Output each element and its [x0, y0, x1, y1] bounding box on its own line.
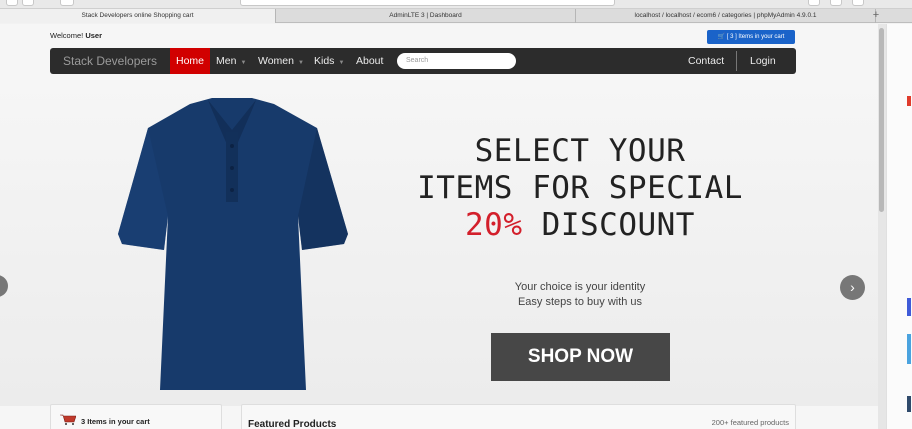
subtitle-line-2: Easy steps to buy with us: [517, 295, 643, 308]
featured-title: Featured Products: [248, 419, 337, 429]
page-scrollbar[interactable]: [878, 24, 886, 429]
back-button[interactable]: [6, 0, 18, 6]
forward-button[interactable]: [22, 0, 34, 6]
cart-icon: 🛒: [717, 34, 726, 40]
subtitle-line-1: Your choice is your identity: [514, 281, 646, 293]
side-marker-red: [907, 96, 911, 106]
welcome-label: Welcome!: [50, 31, 84, 40]
nav-item-women[interactable]: Women ▼: [258, 48, 304, 74]
browser-tab-phpmyadmin[interactable]: localhost / localhost / ecom6 / categori…: [576, 9, 876, 23]
nav-item-login[interactable]: Login: [750, 48, 776, 74]
headline-line-3: 20% DISCOUNT: [400, 207, 760, 244]
side-panel-strip: [886, 24, 912, 429]
hero-carousel: SELECT YOUR ITEMS FOR SPECIAL 20% DISCOU…: [0, 76, 878, 406]
side-marker-blue: [907, 298, 911, 316]
caret-down-icon: ▼: [298, 60, 304, 66]
sidebar-cart-text: 3 Items in your cart: [81, 417, 150, 426]
headline-line-2: ITEMS FOR SPECIAL: [417, 170, 743, 206]
nav-label: Home: [176, 55, 205, 67]
nav-item-contact[interactable]: Contact: [688, 48, 724, 74]
nav-label: Men: [216, 55, 237, 67]
nav-label: Login: [750, 55, 776, 67]
nav-label: About: [356, 55, 384, 67]
search-placeholder: Search: [406, 57, 429, 64]
navbar: Stack Developers Home Men ▼ Women ▼ Kids ▼ …: [50, 48, 796, 74]
scrollbar-thumb[interactable]: [879, 28, 884, 212]
polo-shirt-image: [118, 98, 348, 390]
discount-word: DISCOUNT: [522, 207, 695, 243]
brand-logo[interactable]: Stack Developers: [63, 48, 157, 74]
menu-button[interactable]: [852, 0, 864, 6]
featured-products-panel: Featured Products 200+ featured products: [241, 404, 796, 429]
discount-percent: 20%: [465, 207, 523, 243]
hero-headline: SELECT YOUR ITEMS FOR SPECIAL 20% DISCOU…: [400, 133, 760, 244]
browser-tab-admin[interactable]: AdminLTE 3 | Dashboard: [276, 9, 576, 23]
home-button[interactable]: [60, 0, 74, 6]
caret-down-icon: ▼: [240, 60, 247, 66]
shop-now-button[interactable]: SHOP NOW: [491, 333, 670, 381]
nav-item-home[interactable]: Home: [170, 48, 211, 74]
welcome-message: Welcome! User: [50, 31, 102, 40]
hero-subtitle: Your choice is your identity Easy steps …: [460, 280, 700, 309]
address-bar[interactable]: [240, 0, 615, 6]
nav-label: Kids: [314, 55, 335, 67]
side-marker-dark: [907, 396, 911, 412]
nav-label: Women: [258, 55, 294, 67]
side-marker-lightblue: [907, 334, 911, 364]
nav-label: Contact: [688, 55, 725, 67]
nav-divider: [736, 51, 737, 71]
caret-down-icon: ▼: [338, 60, 345, 66]
extension-button[interactable]: [808, 0, 820, 6]
browser-toolbar-strip: [0, 0, 912, 9]
browser-tab-bar: Stack Developers online Shopping cart Ad…: [0, 9, 912, 23]
featured-count: 200+ featured products: [711, 418, 789, 427]
browser-tab-shop[interactable]: Stack Developers online Shopping cart: [0, 9, 276, 23]
cart-button-label: [ 3 ] Items in your cart: [726, 34, 785, 40]
welcome-user: User: [85, 31, 102, 40]
page-viewport: Welcome! User 🛒 [ 3 ] Items in your cart…: [0, 24, 878, 429]
new-tab-button[interactable]: +: [870, 9, 882, 23]
sidebar-cart-summary[interactable]: 3 Items in your cart: [50, 404, 222, 429]
headline-line-1: SELECT YOUR: [474, 133, 686, 169]
carousel-prev-button[interactable]: [0, 275, 8, 297]
nav-item-men[interactable]: Men ▼: [216, 48, 246, 74]
cart-button[interactable]: 🛒 [ 3 ] Items in your cart: [707, 30, 795, 44]
bookmark-button[interactable]: [830, 0, 842, 6]
nav-item-kids[interactable]: Kids ▼: [314, 48, 344, 74]
search-input[interactable]: Search: [397, 53, 516, 69]
nav-item-about[interactable]: About: [356, 48, 383, 74]
cart-icon: [60, 414, 76, 425]
carousel-next-button[interactable]: ›: [840, 275, 865, 300]
